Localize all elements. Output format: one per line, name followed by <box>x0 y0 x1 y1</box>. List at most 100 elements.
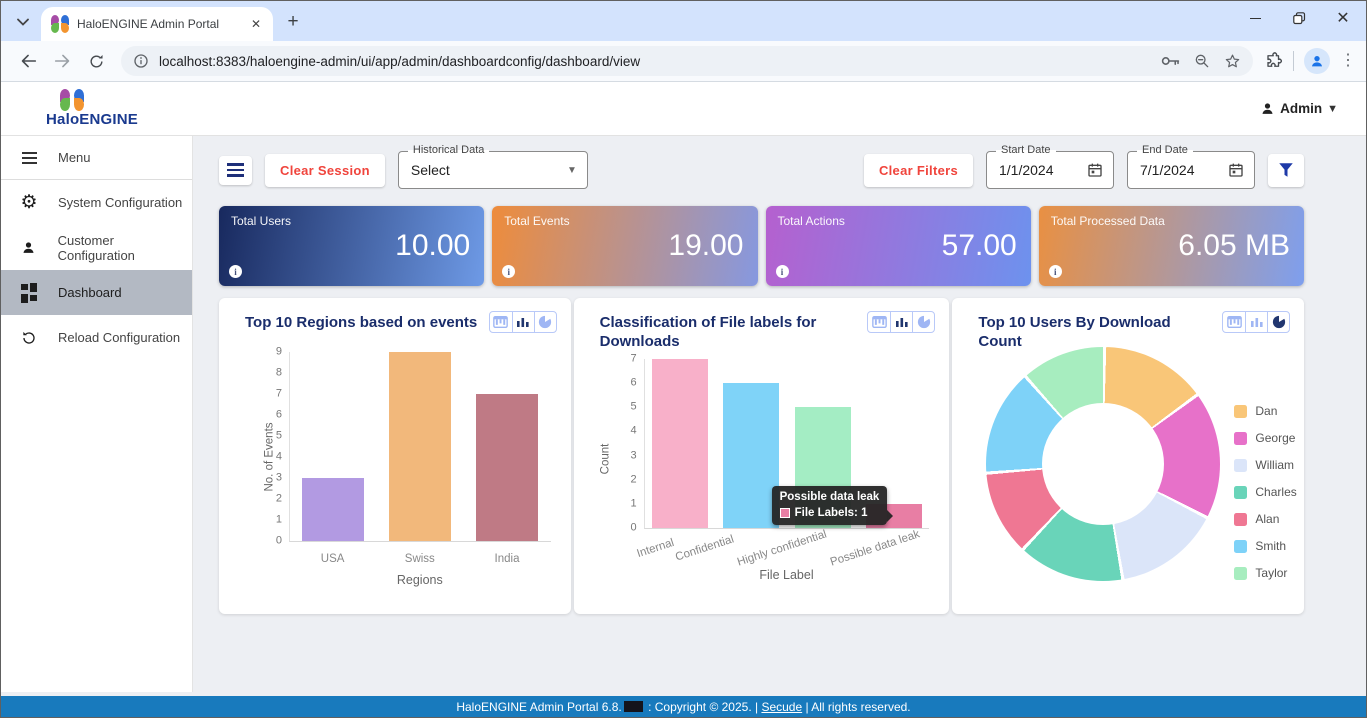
footer-text: : Copyright © 2025. | <box>645 700 762 714</box>
window-restore-button[interactable] <box>1290 9 1308 27</box>
stat-value: 10.00 <box>395 229 470 263</box>
chart-file-label-classification: Classification of File labels for Downlo… <box>574 298 950 614</box>
new-tab-button[interactable]: + <box>279 8 307 36</box>
sidebar-item-menu[interactable]: Menu <box>1 136 192 180</box>
secude-link[interactable]: Secude <box>761 700 802 714</box>
bar-internal[interactable] <box>652 359 708 528</box>
y-tick-label: 3 <box>630 450 636 461</box>
user-person-icon <box>1260 101 1275 116</box>
tab-close-icon[interactable]: ✕ <box>247 15 265 33</box>
zoom-out-icon[interactable] <box>1194 53 1210 69</box>
info-icon[interactable]: i <box>502 265 515 278</box>
apply-filter-button[interactable] <box>1268 154 1304 187</box>
info-icon[interactable]: i <box>229 265 242 278</box>
stat-card[interactable]: Total Actions 57.00 i <box>766 206 1031 286</box>
start-date-field[interactable]: Start Date 1/1/2024 <box>986 151 1114 189</box>
sidebar-item-system-configuration[interactable]: ⚙ System Configuration <box>1 180 192 225</box>
legend-item[interactable]: George <box>1234 431 1296 445</box>
window-close-button[interactable]: ✕ <box>1334 9 1352 27</box>
info-icon[interactable]: i <box>776 265 789 278</box>
end-date-field[interactable]: End Date 7/1/2024 <box>1127 151 1255 189</box>
site-info-icon[interactable] <box>133 53 149 69</box>
legend-item[interactable]: William <box>1234 458 1296 472</box>
column-chart-icon[interactable] <box>512 312 534 332</box>
extensions-puzzle-icon[interactable] <box>1265 52 1283 70</box>
forward-icon[interactable] <box>47 46 77 76</box>
donut-chart[interactable] <box>986 347 1220 581</box>
bar-swiss[interactable] <box>389 352 451 541</box>
chart-title: Top 10 Users By Download Count <box>978 313 1216 351</box>
bar-india[interactable] <box>476 394 538 541</box>
sidebar-item-customer-configuration[interactable]: Customer Configuration <box>1 225 192 270</box>
sidebar-item-dashboard[interactable]: Dashboard <box>1 270 192 315</box>
app-logo-text: HaloENGINE <box>46 111 138 128</box>
divider <box>1293 51 1294 71</box>
reload-icon[interactable] <box>81 46 111 76</box>
pie-chart-icon[interactable] <box>534 312 556 332</box>
browser-tab[interactable]: HaloENGINE Admin Portal ✕ <box>41 7 273 41</box>
filter-row: Clear Session Historical Data Select ▼ C… <box>219 150 1304 190</box>
stat-card[interactable]: Total Events 19.00 i <box>492 206 757 286</box>
y-tick-label: 3 <box>276 473 282 484</box>
framed-bar-chart-icon[interactable] <box>1223 312 1245 332</box>
stat-title: Total Events <box>504 214 745 228</box>
x-axis-label: Regions <box>289 573 551 587</box>
y-tick-label: 4 <box>276 452 282 463</box>
menu-icon <box>19 152 39 164</box>
tab-search-chevron-icon[interactable] <box>9 8 37 36</box>
back-icon[interactable] <box>13 46 43 76</box>
redacted-version <box>624 701 643 712</box>
chart-view-toggle <box>867 311 935 333</box>
stat-card[interactable]: Total Users 10.00 i <box>219 206 484 286</box>
sidebar-item-reload-configuration[interactable]: Reload Configuration <box>1 315 192 360</box>
x-category-label: Swiss <box>405 553 435 565</box>
info-icon[interactable]: i <box>1049 265 1062 278</box>
sidebar-item-label: Dashboard <box>58 285 122 300</box>
legend-item[interactable]: Alan <box>1234 512 1296 526</box>
y-tick-label: 7 <box>276 389 282 400</box>
legend-item[interactable]: Taylor <box>1234 566 1296 580</box>
site-favicon-icon <box>51 15 69 33</box>
framed-bar-chart-icon[interactable] <box>490 312 512 332</box>
clear-session-button[interactable]: Clear Session <box>265 154 385 187</box>
user-menu[interactable]: Admin ▼ <box>1260 101 1338 116</box>
sidebar-toggle-button[interactable] <box>219 156 252 185</box>
legend-item[interactable]: Dan <box>1234 404 1296 418</box>
framed-bar-chart-icon[interactable] <box>868 312 890 332</box>
charts-row: Top 10 Regions based on events N <box>219 298 1304 614</box>
pie-chart-icon[interactable] <box>1267 312 1289 332</box>
chart-top-10-users-downloads: Top 10 Users By Download Count <box>952 298 1304 614</box>
tooltip-value: File Labels: 1 <box>795 507 868 519</box>
window-minimize-button[interactable] <box>1246 9 1264 27</box>
pie-chart-icon[interactable] <box>912 312 934 332</box>
stat-value: 57.00 <box>942 229 1017 263</box>
legend-label: Taylor <box>1255 566 1287 580</box>
stat-card[interactable]: Total Processed Data 6.05 MB i <box>1039 206 1304 286</box>
profile-avatar[interactable] <box>1304 48 1330 74</box>
historical-data-select[interactable]: Historical Data Select ▼ <box>398 151 588 189</box>
sidebar: Menu ⚙ System Configuration Customer Con… <box>1 136 193 692</box>
legend-item[interactable]: Smith <box>1234 539 1296 553</box>
sidebar-item-label: Reload Configuration <box>58 330 180 345</box>
column-chart-icon[interactable] <box>890 312 912 332</box>
bar-usa[interactable] <box>302 478 364 541</box>
y-tick-label: 5 <box>276 431 282 442</box>
calendar-icon[interactable] <box>1228 162 1244 178</box>
stat-value: 6.05 MB <box>1178 229 1290 263</box>
stat-value: 19.00 <box>668 229 743 263</box>
donut-hole <box>1042 403 1164 525</box>
footer-text: | All rights reserved. <box>802 700 911 714</box>
hamburger-icon <box>227 163 244 177</box>
bookmark-star-icon[interactable] <box>1224 53 1241 70</box>
dashboard-main: Clear Session Historical Data Select ▼ C… <box>193 136 1366 696</box>
column-chart-icon[interactable] <box>1245 312 1267 332</box>
y-tick-label: 5 <box>630 402 636 413</box>
stat-title: Total Actions <box>778 214 1019 228</box>
browser-menu-icon[interactable]: ⋮ <box>1340 53 1356 69</box>
url-bar[interactable]: localhost:8383/haloengine-admin/ui/app/a… <box>121 46 1253 76</box>
clear-filters-button[interactable]: Clear Filters <box>864 154 973 187</box>
password-key-icon[interactable] <box>1161 54 1180 68</box>
legend-item[interactable]: Charles <box>1234 485 1296 499</box>
calendar-icon[interactable] <box>1087 162 1103 178</box>
app-header: HaloENGINE Admin ▼ <box>1 82 1366 136</box>
